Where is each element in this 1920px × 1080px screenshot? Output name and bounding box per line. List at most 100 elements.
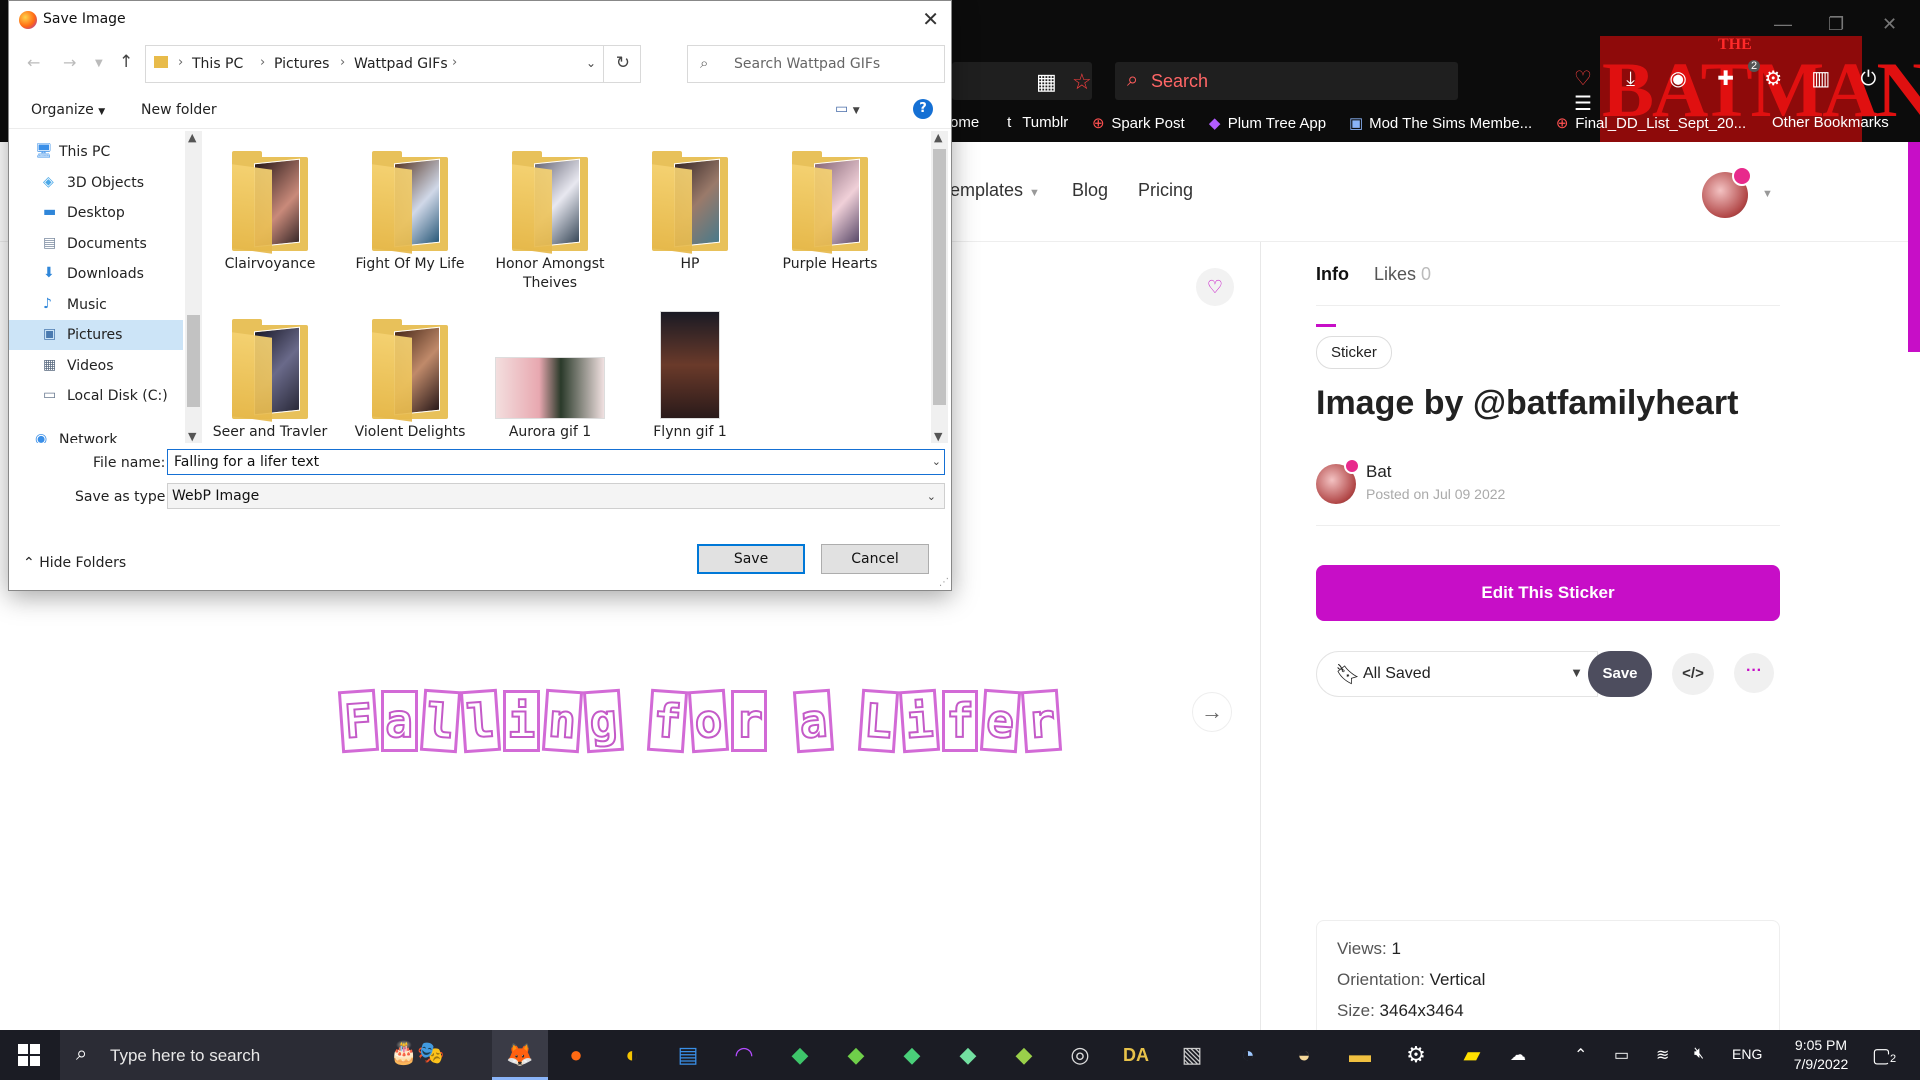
change-view-icon[interactable]: ▭ ▼ xyxy=(835,101,860,117)
bookmark-star-icon[interactable]: ☆ xyxy=(1072,70,1092,94)
scroll-up-icon[interactable]: ▲ xyxy=(188,131,196,144)
onedrive-icon[interactable]: ☁ xyxy=(1510,1045,1526,1065)
scroll-up-icon[interactable]: ▲ xyxy=(934,131,942,144)
close-window-icon[interactable]: ✕ xyxy=(1882,14,1897,35)
like-heart-button[interactable]: ♡ xyxy=(1196,268,1234,306)
page-scroll-indicator[interactable] xyxy=(1908,142,1920,352)
firefox-app-icon[interactable]: 🦊 xyxy=(492,1030,548,1080)
breadcrumb[interactable]: › This PC › Pictures › Wattpad GIFs › ⌄ … xyxy=(145,45,641,83)
menu-icon[interactable]: ☰ xyxy=(1562,91,1604,116)
crumb-pictures[interactable]: Pictures xyxy=(274,56,329,72)
dialog-search-input[interactable]: ⌕ Search Wattpad GIFs xyxy=(687,45,945,83)
url-bar[interactable] xyxy=(952,62,1092,100)
next-arrow-button[interactable]: → xyxy=(1192,692,1232,732)
action-center-icon[interactable]: ▢ 2 xyxy=(1872,1043,1900,1068)
language-indicator[interactable]: ENG xyxy=(1732,1046,1762,1062)
scroll-thumb[interactable] xyxy=(933,149,946,405)
browser-search-box[interactable]: ⌕ Search xyxy=(1115,62,1458,100)
folder-item[interactable]: Seer and Travler xyxy=(205,319,335,442)
folder-item[interactable]: HP xyxy=(625,151,755,274)
close-icon[interactable]: ✕ xyxy=(922,7,939,31)
sims-app-icon[interactable]: ◆ xyxy=(884,1030,940,1080)
more-options-button[interactable]: ··· xyxy=(1734,653,1774,693)
sticky-notes-app-icon[interactable]: ▰ xyxy=(1444,1030,1500,1080)
file-explorer-app-icon[interactable]: ▬ xyxy=(1332,1030,1388,1080)
wifi-icon[interactable]: ≋ xyxy=(1656,1045,1669,1065)
bookmark-item[interactable]: ⊕ Final_DD_List_Sept_20... xyxy=(1554,114,1746,136)
power-icon[interactable]: ⏻ xyxy=(1847,68,1889,91)
settings-app-icon[interactable]: ⚙ xyxy=(1388,1030,1444,1080)
tree-item-local-disk-c[interactable]: ▭ Local Disk (C:) xyxy=(9,381,183,411)
tab-info[interactable]: Info xyxy=(1316,264,1349,285)
volume-muted-icon[interactable]: 🔇︎ xyxy=(1694,1045,1704,1063)
extensions-grid-icon[interactable]: ▦ xyxy=(1036,70,1057,94)
forward-arrow-icon[interactable]: → xyxy=(63,53,76,72)
sims-app-icon[interactable]: ◆ xyxy=(996,1030,1052,1080)
tree-scrollbar[interactable]: ▲ ▼ xyxy=(185,131,202,443)
save-button[interactable]: Save xyxy=(1588,651,1652,697)
app-icon[interactable]: ◐ xyxy=(604,1030,660,1080)
file-name-input[interactable] xyxy=(167,449,945,475)
extension-icon[interactable]: ✚ xyxy=(1705,66,1747,91)
category-chip[interactable]: Sticker xyxy=(1316,336,1392,369)
author-name[interactable]: Bat xyxy=(1366,462,1392,482)
crumb-wattpad-gifs[interactable]: Wattpad GIFs xyxy=(354,56,448,72)
image-item[interactable]: Flynn gif 1 xyxy=(625,311,755,442)
clock[interactable]: 9:05 PM 7/9/2022 xyxy=(1776,1036,1866,1074)
up-arrow-icon[interactable]: ↑ xyxy=(119,52,133,72)
files-scrollbar[interactable]: ▲ ▼ xyxy=(931,131,948,443)
resize-grip-icon[interactable]: ⋰ xyxy=(939,577,949,588)
image-item[interactable]: Aurora gif 1 xyxy=(485,319,615,442)
edit-sticker-button[interactable]: Edit This Sticker xyxy=(1316,565,1780,621)
refresh-icon[interactable]: ↻ xyxy=(616,53,630,73)
tree-item-3d-objects[interactable]: ◈ 3D Objects xyxy=(9,168,183,198)
folder-item[interactable]: Clairvoyance xyxy=(205,151,335,274)
back-arrow-icon[interactable]: ← xyxy=(27,53,40,72)
news-app-icon[interactable]: ▤ xyxy=(660,1030,716,1080)
tree-item-videos[interactable]: ▦ Videos xyxy=(9,351,183,381)
scroll-thumb[interactable] xyxy=(187,315,200,407)
minimize-icon[interactable]: — xyxy=(1774,14,1792,35)
tab-likes[interactable]: Likes 0 xyxy=(1374,264,1431,285)
battery-icon[interactable]: ▭ xyxy=(1614,1045,1629,1065)
tree-item-network[interactable]: ◉ Network xyxy=(9,425,183,443)
pocket-icon[interactable]: ♡ xyxy=(1562,66,1604,91)
bookmark-item[interactable]: ◆ Plum Tree App xyxy=(1207,114,1326,136)
tree-item-desktop[interactable]: ▬ Desktop xyxy=(9,198,183,228)
taskbar-search[interactable]: ⌕ Type here to search 🎂🎭 xyxy=(60,1030,492,1080)
recent-locations-icon[interactable]: ▼ xyxy=(95,58,103,69)
hide-folders-toggle[interactable]: ⌃ Hide Folders xyxy=(23,555,126,571)
embed-code-button[interactable]: </> xyxy=(1672,653,1714,695)
nav-pricing[interactable]: Pricing xyxy=(1138,180,1193,201)
sims-app-icon[interactable]: ◆ xyxy=(940,1030,996,1080)
crumb-this-pc[interactable]: This PC xyxy=(192,56,243,72)
save-button[interactable]: Save xyxy=(697,544,805,574)
bookmark-item[interactable]: ⊕ Spark Post xyxy=(1090,114,1185,136)
nav-blog[interactable]: Blog xyxy=(1072,180,1108,201)
chevron-down-icon[interactable]: ▼ xyxy=(1762,188,1773,200)
library-icon[interactable]: ▥ xyxy=(1800,66,1842,91)
save-type-select[interactable]: WebP Image ⌄ xyxy=(167,483,945,509)
app-icon[interactable]: ◒ xyxy=(1276,1030,1332,1080)
bookmark-item[interactable]: ome xyxy=(950,114,979,136)
author-avatar[interactable] xyxy=(1316,458,1360,504)
restore-icon[interactable]: ❐ xyxy=(1828,14,1844,35)
folder-item[interactable]: Honor Amongst Theives xyxy=(485,151,615,293)
tree-item-pictures[interactable]: ▣ Pictures xyxy=(9,320,183,350)
scroll-down-icon[interactable]: ▼ xyxy=(934,430,942,443)
nav-templates[interactable]: emplates ▼ xyxy=(950,180,1040,201)
dragon-age-app-icon[interactable]: DA xyxy=(1108,1030,1164,1080)
scroll-down-icon[interactable]: ▼ xyxy=(188,430,196,443)
game-app-icon[interactable]: ▧ xyxy=(1164,1030,1220,1080)
app-icon[interactable]: ◠ xyxy=(716,1030,772,1080)
download-icon[interactable]: ⤓ xyxy=(1610,68,1652,91)
tree-item-music[interactable]: ♪ Music xyxy=(9,290,183,320)
other-bookmarks[interactable]: Other Bookmarks xyxy=(1772,114,1889,131)
bookmark-item[interactable]: ▣ Mod The Sims Membe... xyxy=(1348,114,1532,136)
cancel-button[interactable]: Cancel xyxy=(821,544,929,574)
organize-menu[interactable]: Organize ▼ xyxy=(31,102,105,118)
folder-item[interactable]: Violent Delights xyxy=(345,319,475,442)
bookmark-item[interactable]: t Tumblr xyxy=(1001,114,1068,136)
new-folder-button[interactable]: New folder xyxy=(141,102,217,118)
folder-item[interactable]: Purple Hearts xyxy=(765,151,895,274)
